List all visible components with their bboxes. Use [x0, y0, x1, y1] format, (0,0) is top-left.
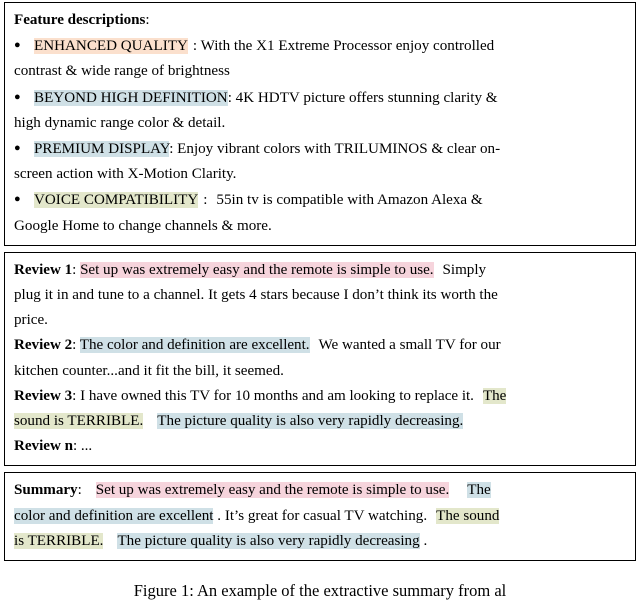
feature-item-1-tag: BEYOND HIGH DEFINITION	[34, 89, 228, 106]
feature-item-2-body-line2: screen action with X-Motion Clarity.	[14, 166, 237, 183]
reviews-box: Review 1: Set up was extremely easy and …	[4, 251, 636, 467]
feature-item-0: ● ENHANCED QUALITY: With the X1 Extreme P…	[14, 33, 626, 59]
review-1-highlight-pink: Set up was extremely easy and the remote…	[80, 261, 434, 278]
bullet-icon: ●	[14, 39, 21, 52]
summary-plain-1: . It’s great for casual TV watching.	[217, 507, 428, 524]
review-1-line-3: price.	[14, 312, 48, 329]
summary-highlight-green-b: is TERRIBLE.	[14, 532, 104, 549]
review-3-colon: :	[72, 387, 77, 404]
feature-item-0-separator: :	[192, 38, 198, 55]
review-2-label: Review 2	[14, 337, 73, 354]
review-n-line: Review n: ...	[14, 434, 626, 459]
review-n-colon: :	[72, 438, 78, 455]
feature-item-3-body-line2: Google Home to change channels & more.	[14, 217, 272, 234]
feature-item-1-separator: :	[227, 89, 232, 106]
feature-item-3-separator: :	[203, 192, 208, 209]
summary-plain-end: .	[423, 532, 428, 549]
figure-caption: Figure 1: An example of the extractive s…	[133, 581, 507, 601]
review-3-label: Review 3	[14, 387, 73, 404]
summary-line-3: is TERRIBLE. The picture quality is also …	[14, 529, 626, 554]
feature-item-3: ● VOICE COMPATIBILITY:55in tv is compatib…	[14, 187, 626, 213]
summary-highlight-blue-a: The	[467, 482, 491, 499]
review-n-label: Review n	[14, 438, 73, 455]
feature-item-3-tag: VOICE COMPATIBILITY	[34, 192, 199, 209]
bullet-icon: ●	[14, 90, 21, 103]
bullet-icon: ●	[14, 142, 21, 155]
review-2-line-1: Review 2: The color and definition are e…	[14, 333, 626, 358]
feature-item-2-separator: :	[169, 141, 174, 158]
review-2-colon: :	[72, 337, 77, 354]
feature-item-2-tag: PREMIUM DISPLAY	[34, 141, 170, 158]
review-2-highlight-blue: The color and definition are excellent.	[79, 337, 310, 354]
feature-item-0-tag: ENHANCED QUALITY	[34, 38, 188, 55]
feature-item-2-body-line1: Enjoy vibrant colors with TRILUMINOS & c…	[177, 141, 501, 158]
summary-highlight-blue-c: The picture quality is also very rapidly…	[117, 532, 420, 549]
feature-item-2: ● PREMIUM DISPLAY: Enjoy vibrant colors w…	[14, 136, 626, 162]
review-3-highlight-green-b: sound is TERRIBLE.	[14, 413, 144, 430]
review-1-line-1: Review 1: Set up was extremely easy and …	[14, 258, 626, 283]
review-3-highlight-blue: The picture quality is also very rapidly…	[157, 413, 464, 430]
summary-line-1: Summary: Set up was extremely easy and th…	[14, 478, 626, 503]
bullet-icon: ●	[14, 193, 21, 206]
feature-descriptions-heading-colon: :	[145, 12, 150, 28]
review-2-plain-1: We wanted a small TV for our	[318, 337, 501, 354]
review-3-plain-1: I have owned this TV for 10 months and a…	[80, 387, 474, 404]
review-1-plain-1: Simply	[442, 261, 487, 278]
review-n-text: ...	[80, 438, 93, 455]
review-3-line-2: sound is TERRIBLE. The picture quality is…	[14, 409, 626, 434]
feature-item-0-body-line1: With the X1 Extreme Processor enjoy cont…	[200, 38, 495, 55]
summary-highlight-pink: Set up was extremely easy and the remote…	[95, 482, 450, 499]
summary-box: Summary: Set up was extremely easy and th…	[4, 472, 636, 562]
review-1-line-2: plug it in and tune to a channel. It get…	[14, 287, 498, 304]
summary-highlight-blue-b: color and definition are excellent	[14, 507, 214, 524]
summary-colon: :	[77, 482, 82, 499]
review-3-highlight-green-a: The	[482, 387, 507, 404]
feature-descriptions-heading-text: Feature descriptions	[14, 12, 146, 28]
feature-item-1: ● BEYOND HIGH DEFINITION: 4K HDTV picture…	[14, 85, 626, 111]
figure-page: Feature descriptions: ● ENHANCED QUALITY:…	[0, 2, 640, 609]
review-1-label: Review 1	[14, 261, 73, 278]
feature-descriptions-heading: Feature descriptions:	[14, 8, 626, 33]
feature-descriptions-box: Feature descriptions: ● ENHANCED QUALITY:…	[4, 2, 636, 246]
summary-label: Summary	[14, 482, 78, 499]
feature-item-1-body-line2: high dynamic range color & detail.	[14, 114, 226, 131]
feature-item-3-body-line1: 55in tv is compatible with Amazon Alexa …	[216, 192, 483, 209]
summary-highlight-green-a: The sound	[436, 507, 500, 524]
review-2-line-2: kitchen counter...and it fit the bill, i…	[14, 362, 284, 379]
review-1-colon: :	[72, 261, 77, 278]
summary-line-2: color and definition are excellent . It’…	[14, 504, 626, 529]
feature-item-1-body-line1: 4K HDTV picture offers stunning clarity …	[235, 89, 498, 106]
feature-item-0-body-line2: contrast & wide range of brightness	[14, 63, 230, 80]
review-3-line-1: Review 3: I have owned this TV for 10 mo…	[14, 384, 626, 409]
